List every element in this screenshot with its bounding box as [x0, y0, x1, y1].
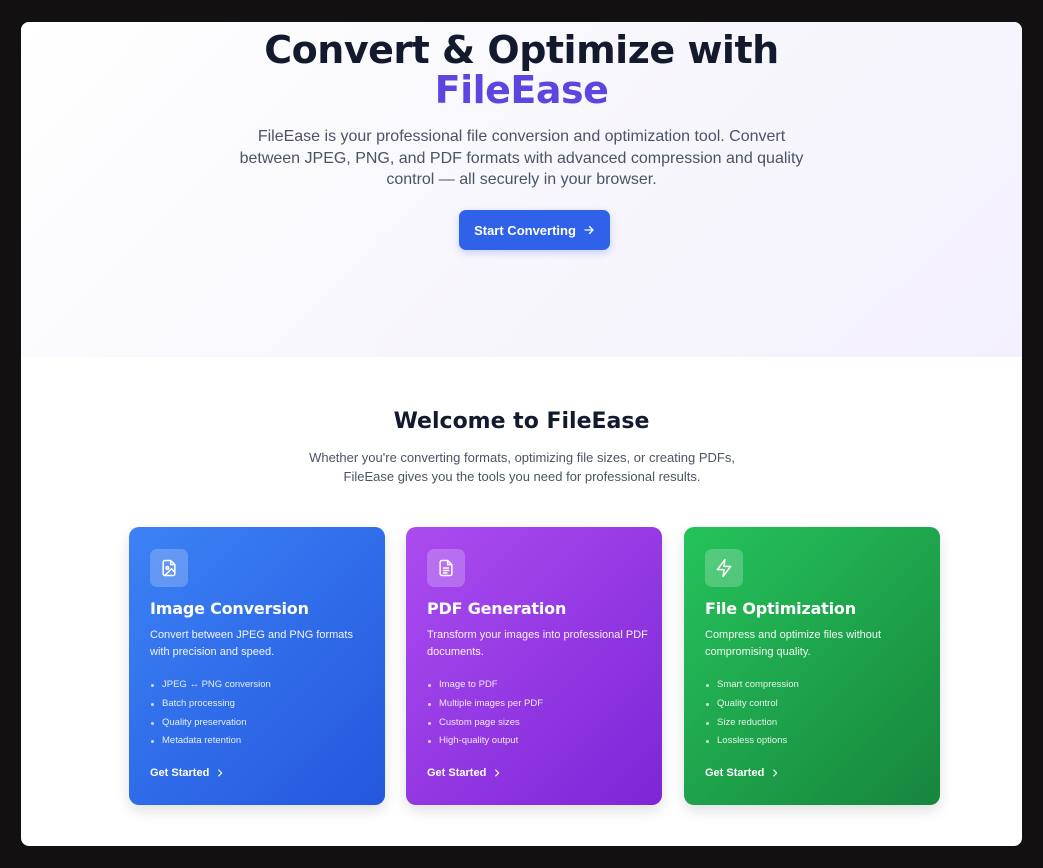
list-item: JPEG ↔ PNG conversion: [150, 676, 271, 695]
start-converting-button[interactable]: Start Converting: [459, 210, 610, 250]
chevron-right-icon: [218, 769, 223, 777]
get-started-label: Get Started: [150, 767, 210, 779]
lightning-icon: [705, 549, 743, 587]
list-item: Image to PDF: [427, 676, 543, 695]
chevron-right-icon: [495, 769, 500, 777]
get-started-link[interactable]: Get Started: [705, 767, 780, 779]
feature-card-file-optimization: File Optimization Compress and optimize …: [684, 527, 940, 805]
hero-title-brand: FileEase: [434, 68, 609, 112]
list-item: Size reduction: [705, 714, 799, 733]
card-title: PDF Generation: [427, 599, 567, 618]
start-converting-label: Start Converting: [474, 222, 576, 238]
feature-card-image-conversion: Image Conversion Convert between JPEG an…: [129, 527, 385, 805]
list-item: High-quality output: [427, 732, 543, 751]
hero-section: Convert & Optimize with FileEase FileEas…: [21, 22, 1022, 357]
list-item: Metadata retention: [150, 732, 271, 751]
feature-list: JPEG ↔ PNG conversion Batch processing Q…: [150, 676, 271, 751]
card-description: Transform your images into professional …: [427, 629, 648, 658]
list-item: Smart compression: [705, 676, 799, 695]
list-item: Batch processing: [150, 695, 271, 714]
arrow-right-icon: [584, 225, 594, 235]
list-item: Custom page sizes: [427, 714, 543, 733]
image-file-icon: [150, 549, 188, 587]
get-started-label: Get Started: [427, 767, 487, 779]
hero-subtitle: FileEase is your professional file conve…: [239, 128, 804, 188]
card-title: File Optimization: [705, 599, 856, 618]
chevron-right-icon: [773, 769, 778, 777]
hero-title-text: Convert & Optimize with: [264, 28, 779, 72]
card-description: Convert between JPEG and PNG formats wit…: [150, 629, 353, 658]
welcome-title: Welcome to FileEase: [393, 409, 650, 434]
welcome-subtitle: Whether you're converting formats, optim…: [309, 450, 735, 484]
hero-title: Convert & Optimize with FileEase: [21, 30, 1022, 110]
get-started-link[interactable]: Get Started: [150, 767, 225, 779]
app-window: Convert & Optimize with FileEase FileEas…: [21, 22, 1022, 846]
get-started-label: Get Started: [705, 767, 765, 779]
feature-card-pdf-generation: PDF Generation Transform your images int…: [406, 527, 662, 805]
list-item: Lossless options: [705, 732, 799, 751]
list-item: Quality preservation: [150, 714, 271, 733]
feature-list: Image to PDF Multiple images per PDF Cus…: [427, 676, 543, 751]
feature-list: Smart compression Quality control Size r…: [705, 676, 799, 751]
card-title: Image Conversion: [150, 599, 309, 618]
get-started-link[interactable]: Get Started: [427, 767, 502, 779]
list-item: Quality control: [705, 695, 799, 714]
card-description: Compress and optimize files without comp…: [705, 629, 882, 658]
document-icon: [427, 549, 465, 587]
list-item: Multiple images per PDF: [427, 695, 543, 714]
